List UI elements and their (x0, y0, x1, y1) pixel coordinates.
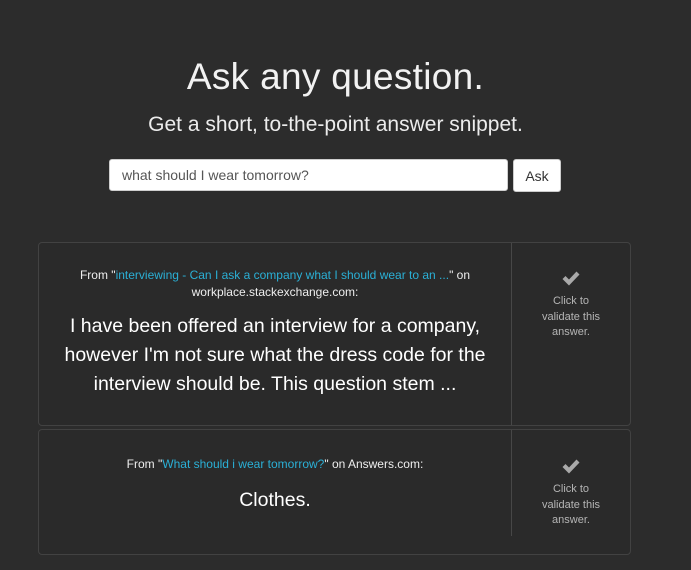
checkmark-icon (562, 271, 580, 286)
source-link[interactable]: interviewing - Can I ask a company what … (116, 268, 450, 282)
source-link[interactable]: What should i wear tomorrow? (162, 457, 324, 471)
search-input[interactable] (109, 159, 508, 191)
source-prefix: From " (79, 268, 116, 282)
source-prefix: From " (126, 457, 163, 471)
answer-body: From "interviewing - Can I ask a company… (39, 243, 512, 425)
validate-answer-button[interactable]: Click to validate this answer. (512, 430, 630, 554)
answer-card: From "What should i wear tomorrow?" on A… (38, 429, 631, 555)
page-title: Ask any question. (186, 56, 485, 97)
page: Ask any question. Get a short, to-the-po… (0, 0, 691, 570)
answer-body: From "What should i wear tomorrow?" on A… (39, 430, 512, 536)
page-subtitle: Get a short, to-the-point answer snippet… (148, 113, 523, 136)
ask-button[interactable]: Ask (513, 159, 561, 192)
answer-source: From "interviewing - Can I ask a company… (39, 243, 511, 301)
answer-card: From "interviewing - Can I ask a company… (38, 242, 631, 426)
answer-snippet: I have been offered an interview for a c… (64, 315, 486, 395)
validate-label: Click to validate this answer. (541, 295, 601, 338)
checkmark-icon (562, 459, 580, 474)
answer-snippet: Clothes. (239, 489, 311, 511)
validate-answer-button[interactable]: Click to validate this answer. (512, 243, 630, 425)
validate-label: Click to validate this answer. (541, 483, 601, 526)
answer-source: From "What should i wear tomorrow?" on A… (39, 430, 511, 473)
source-suffix: " on Answers.com: (324, 457, 424, 471)
